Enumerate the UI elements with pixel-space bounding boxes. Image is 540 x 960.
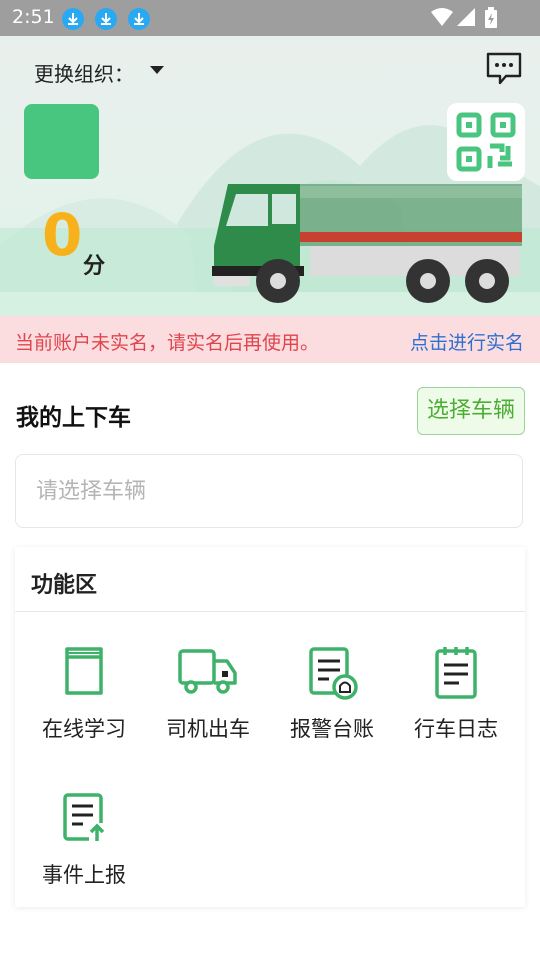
function-label: 在线学习 — [42, 717, 126, 741]
avatar[interactable] — [24, 104, 99, 179]
switch-org-label[interactable]: 更换组织： — [34, 58, 134, 87]
qr-code-icon — [456, 112, 516, 172]
battery-icon — [485, 7, 497, 28]
book-icon — [65, 647, 103, 695]
status-time: 2:51 — [12, 6, 55, 28]
score-unit: 分 — [83, 254, 106, 279]
truck-icon — [178, 649, 237, 694]
download-icon — [62, 8, 84, 30]
status-bar: 2:51 — [0, 0, 540, 36]
download-icon — [95, 8, 117, 30]
signal-icon — [457, 8, 475, 26]
download-icon — [128, 8, 150, 30]
function-driver-dispatch[interactable]: 司机出车 — [146, 645, 270, 755]
function-label: 事件上报 — [42, 863, 126, 887]
score-value: 0 — [42, 201, 83, 269]
wifi-icon — [431, 8, 453, 26]
divider — [15, 611, 525, 612]
function-card: 功能区 在线学习 司机出车 报警台账 行车日志 事件上报 — [15, 547, 525, 907]
caret-down-icon[interactable] — [150, 66, 164, 74]
report-upload-icon — [63, 793, 105, 841]
section-title-vehicle: 我的上下车 — [16, 405, 131, 431]
function-title: 功能区 — [31, 573, 98, 598]
function-label: 司机出车 — [166, 717, 250, 741]
notice-text: 当前账户未实名，请实名后再使用。 — [15, 332, 320, 354]
qr-code-button[interactable] — [447, 103, 525, 181]
function-event-report[interactable]: 事件上报 — [22, 791, 146, 901]
verification-notice: 当前账户未实名，请实名后再使用。 点击进行实名 — [0, 316, 540, 363]
function-online-learning[interactable]: 在线学习 — [22, 645, 146, 755]
function-driving-log[interactable]: 行车日志 — [394, 645, 518, 755]
function-alarm-ledger[interactable]: 报警台账 — [270, 645, 394, 755]
select-vehicle-button[interactable]: 选择车辆 — [417, 387, 525, 435]
vehicle-select-field[interactable]: 请选择车辆 — [15, 454, 523, 528]
profile-header: 更换组织： 0 分 — [0, 36, 540, 316]
function-label: 行车日志 — [414, 717, 498, 741]
function-label: 报警台账 — [290, 717, 374, 741]
message-icon[interactable] — [486, 52, 522, 86]
verify-link[interactable]: 点击进行实名 — [410, 328, 524, 355]
alarm-ledger-icon — [309, 647, 358, 700]
clipboard-icon — [435, 647, 477, 699]
